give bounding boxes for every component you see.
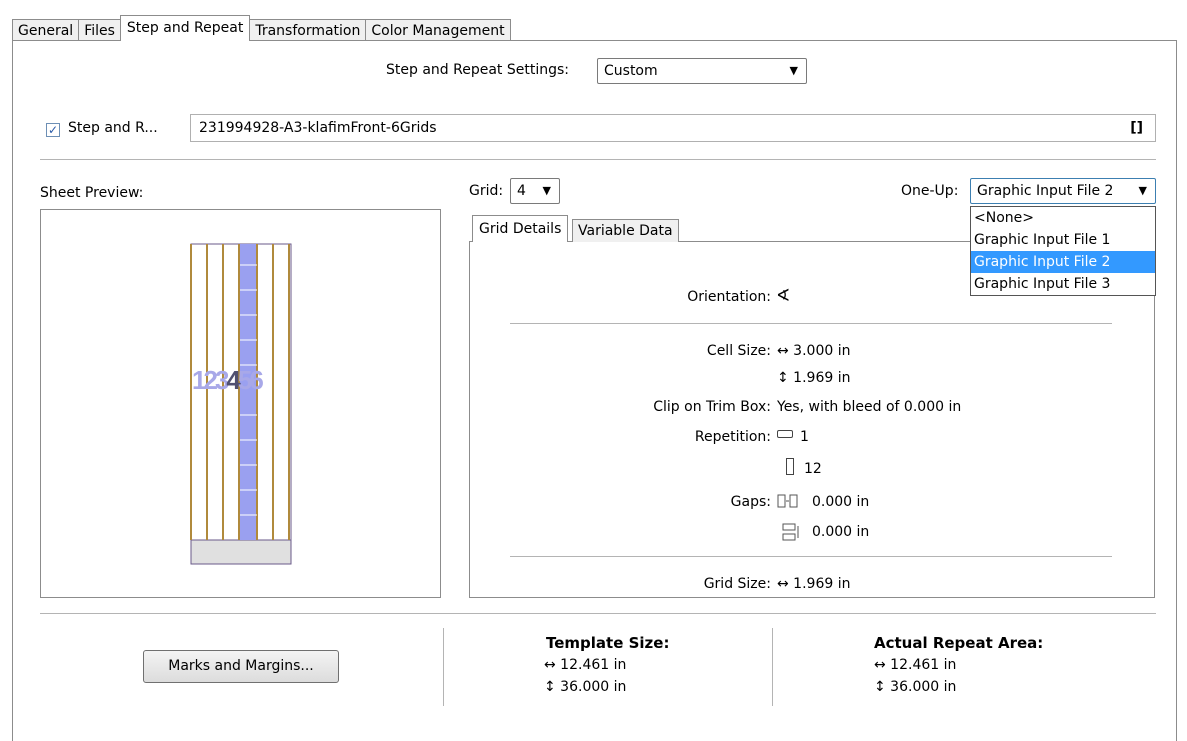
details-divider-1 xyxy=(510,323,1112,324)
step-repeat-file-value: 231994928-A3-klafimFront-6Grids xyxy=(199,120,437,136)
vertical-gap-icon xyxy=(782,523,799,541)
repeat-area-height-value: ↕ 36.000 in xyxy=(874,679,957,695)
subtab-variable-data[interactable]: Variable Data xyxy=(572,219,679,242)
template-width-value: ↔ 12.461 in xyxy=(544,657,627,673)
repeat-area-title: Actual Repeat Area: xyxy=(874,634,1044,652)
oneup-select-value: Graphic Input File 2 xyxy=(977,183,1114,199)
horizontal-gap-icon xyxy=(777,494,798,508)
grid-size-label: Grid Size: xyxy=(703,576,771,592)
cell-height-value: ↕ 1.969 in xyxy=(777,370,851,386)
settings-label: Step and Repeat Settings: xyxy=(386,62,569,78)
tab-files[interactable]: Files xyxy=(78,19,121,41)
marks-and-margins-button[interactable]: Marks and Margins... xyxy=(143,650,339,683)
clip-label: Clip on Trim Box: xyxy=(653,399,771,415)
settings-select-value: Custom xyxy=(604,63,658,79)
clip-value: Yes, with bleed of 0.000 in xyxy=(777,399,962,415)
grid-select[interactable]: 4 ▼ xyxy=(510,178,560,204)
vertical-repeat-icon xyxy=(786,458,794,475)
preview-number-5: 5 xyxy=(237,365,253,395)
repeat-area-width-value: ↔ 12.461 in xyxy=(874,657,957,673)
oneup-option-file-3[interactable]: Graphic Input File 3 xyxy=(971,273,1155,295)
tab-bar: General Files Step and Repeat Transforma… xyxy=(12,15,511,41)
step-repeat-label: Step and R... xyxy=(68,120,158,136)
step-repeat-file-field[interactable]: 231994928-A3-klafimFront-6Grids [] xyxy=(190,114,1156,142)
tab-step-and-repeat[interactable]: Step and Repeat xyxy=(119,15,251,41)
cell-size-label: Cell Size: xyxy=(706,343,771,359)
gap-vertical-value: 0.000 in xyxy=(812,524,870,540)
divider-top xyxy=(40,159,1156,160)
bottom-divider-1 xyxy=(443,628,444,706)
preview-number-3: 3 xyxy=(214,365,230,395)
sheet-preview-label: Sheet Preview: xyxy=(40,185,144,201)
oneup-label: One-Up: xyxy=(901,183,959,199)
subtab-grid-details[interactable]: Grid Details xyxy=(472,215,569,242)
oneup-option-file-1[interactable]: Graphic Input File 1 xyxy=(971,229,1155,251)
orientation-icon: ∢ xyxy=(776,286,791,306)
chevron-down-icon: ▼ xyxy=(1138,184,1147,197)
chevron-down-icon: ▼ xyxy=(542,184,551,197)
preview-grid-numbers: 123456 xyxy=(192,365,264,396)
tab-transformation[interactable]: Transformation xyxy=(249,19,367,41)
sheet-preview-box: 123456 xyxy=(40,209,441,598)
oneup-option-file-2[interactable]: Graphic Input File 2 xyxy=(971,251,1155,273)
step-repeat-checkbox[interactable]: ✓ xyxy=(46,123,60,137)
horizontal-repeat-icon xyxy=(777,430,793,438)
tab-color-management[interactable]: Color Management xyxy=(365,19,511,41)
rep-horizontal-value: 1 xyxy=(800,429,809,445)
browse-bracket-icon[interactable]: [] xyxy=(1130,115,1143,141)
divider-bottom xyxy=(40,613,1156,614)
grid-select-value: 4 xyxy=(517,183,526,199)
template-size-title: Template Size: xyxy=(546,634,670,652)
oneup-select[interactable]: Graphic Input File 2 ▼ xyxy=(970,178,1156,204)
grid-label: Grid: xyxy=(469,183,504,199)
tab-general[interactable]: General xyxy=(12,19,80,41)
oneup-dropdown-list: <None> Graphic Input File 1 Graphic Inpu… xyxy=(970,206,1156,296)
oneup-option-none[interactable]: <None> xyxy=(971,207,1155,229)
gap-horizontal-value: 0.000 in xyxy=(812,494,870,510)
preview-number-2: 2 xyxy=(203,365,218,395)
grid-size-value: ↔ 1.969 in xyxy=(777,576,851,592)
repetition-label: Repetition: xyxy=(694,429,771,445)
preview-number-1: 1 xyxy=(192,365,207,395)
bottom-divider-2 xyxy=(772,628,773,706)
preview-number-6: 6 xyxy=(249,365,264,395)
cell-width-value: ↔ 3.000 in xyxy=(777,343,851,359)
preview-number-4-active: 4 xyxy=(226,365,241,395)
sheet-preview-graphic xyxy=(190,243,292,565)
gaps-label: Gaps: xyxy=(730,494,771,510)
details-divider-2 xyxy=(510,556,1112,557)
chevron-down-icon: ▼ xyxy=(789,64,798,77)
rep-vertical-value: 12 xyxy=(804,461,822,477)
settings-select[interactable]: Custom ▼ xyxy=(597,58,807,84)
orientation-label: Orientation: xyxy=(687,289,771,305)
template-height-value: ↕ 36.000 in xyxy=(544,679,627,695)
